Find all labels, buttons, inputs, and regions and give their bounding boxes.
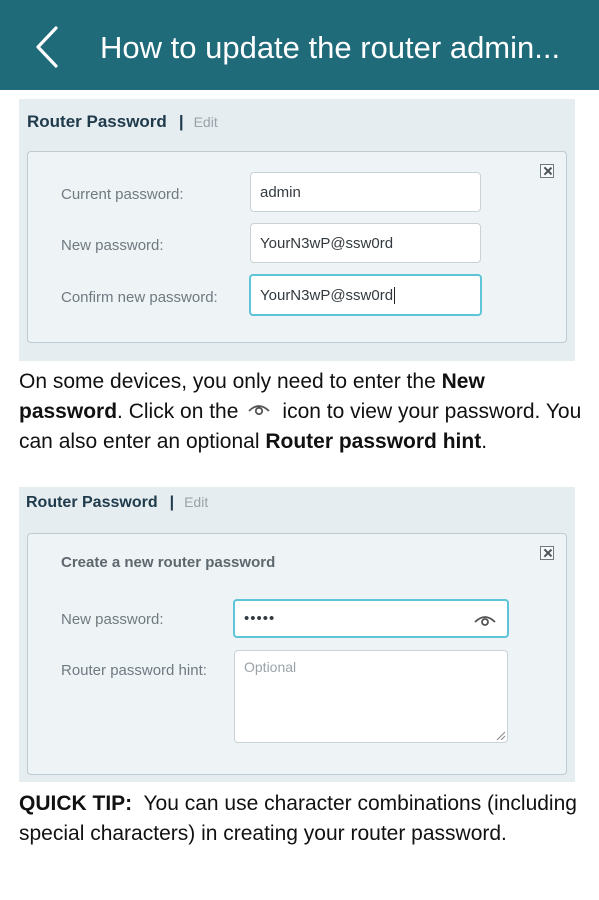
section-title: Router Password bbox=[26, 494, 158, 511]
edit-link[interactable]: Edit bbox=[194, 114, 218, 130]
hint-placeholder: Optional bbox=[244, 659, 297, 675]
quick-tip: QUICK TIP: You can use character combina… bbox=[19, 789, 594, 849]
back-arrow-icon bbox=[36, 26, 58, 68]
section-title: Router Password bbox=[27, 112, 167, 131]
separator: | bbox=[169, 494, 175, 511]
current-password-label: Current password: bbox=[61, 186, 184, 203]
router-password-hint-input[interactable]: Optional bbox=[234, 650, 508, 743]
router-password-screenshot-2: Router Password | Edit Create a new router… bbox=[19, 487, 575, 782]
confirm-password-label: Confirm new password: bbox=[61, 289, 218, 306]
resize-grip-icon[interactable] bbox=[495, 730, 505, 740]
confirm-password-input[interactable]: YourN3wP@ssw0rd bbox=[249, 274, 482, 316]
password-panel: Current password: admin New password: Yo… bbox=[27, 151, 567, 343]
masked-password-value: ••••• bbox=[244, 610, 276, 627]
create-password-panel: Create a new router password New passwor… bbox=[27, 533, 567, 775]
back-button[interactable] bbox=[28, 24, 68, 70]
close-x-icon[interactable] bbox=[540, 546, 554, 560]
panel-title: Create a new router password bbox=[61, 554, 276, 571]
new-password-input[interactable]: YourN3wP@ssw0rd bbox=[250, 223, 481, 263]
new-password-input[interactable]: ••••• bbox=[233, 599, 509, 638]
instruction-paragraph: On some devices, you only need to enter … bbox=[19, 367, 594, 457]
page-title: How to update the router admin... bbox=[100, 30, 561, 65]
separator: | bbox=[178, 112, 184, 131]
eye-icon[interactable] bbox=[473, 611, 497, 629]
section-header: Router Password | Edit bbox=[26, 494, 208, 512]
close-x-icon[interactable] bbox=[540, 164, 554, 178]
section-header: Router Password | Edit bbox=[27, 112, 218, 132]
para-bold-router-password-hint: Router password hint bbox=[265, 430, 482, 453]
para-text-1: On some devices, you only need to enter … bbox=[19, 370, 442, 393]
para-text-2: . Click on the bbox=[117, 400, 239, 423]
confirm-password-value: YourN3wP@ssw0rd bbox=[260, 286, 394, 304]
router-password-hint-label: Router password hint: bbox=[61, 662, 207, 679]
new-password-label: New password: bbox=[61, 237, 164, 254]
router-password-screenshot-1: Router Password | Edit Current password: a… bbox=[19, 99, 575, 361]
para-text-4: . bbox=[481, 430, 488, 453]
text-cursor bbox=[394, 286, 396, 304]
top-app-bar: How to update the router admin... bbox=[0, 0, 599, 90]
edit-link[interactable]: Edit bbox=[184, 494, 208, 510]
quick-tip-label: QUICK TIP: bbox=[19, 792, 133, 815]
new-password-label: New password: bbox=[61, 611, 164, 628]
current-password-input[interactable]: admin bbox=[250, 172, 481, 212]
eye-icon bbox=[248, 405, 271, 416]
